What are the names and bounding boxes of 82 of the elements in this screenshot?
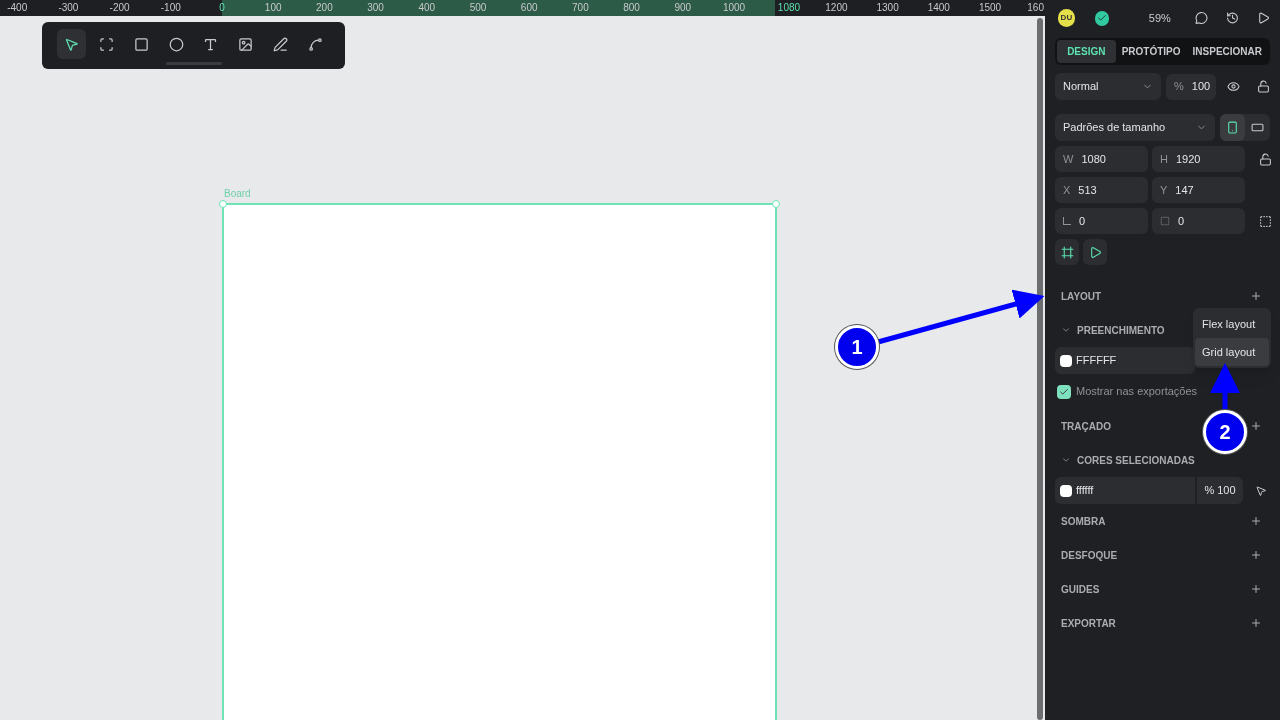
- opacity-field[interactable]: % 100: [1197, 477, 1243, 504]
- ruler-label: 800: [623, 1, 640, 15]
- height-field[interactable]: H 1920: [1152, 146, 1245, 172]
- chevron-icon[interactable]: [1061, 325, 1071, 335]
- ruler-label: 300: [367, 1, 384, 15]
- ruler-label: 1400: [927, 1, 950, 15]
- color-field[interactable]: ffffff: [1055, 477, 1195, 504]
- check-icon: [1094, 10, 1109, 26]
- tab[interactable]: INSPECIONAR: [1186, 40, 1268, 63]
- ruler-label: 1200: [825, 1, 848, 15]
- add-icon[interactable]: [1250, 290, 1262, 302]
- size-preset-select[interactable]: Padrões de tamanho: [1055, 114, 1215, 141]
- section-title: GUIDES: [1061, 582, 1100, 597]
- ruler-label: 1080: [777, 1, 801, 15]
- avatar[interactable]: DU: [1058, 9, 1075, 27]
- section-title: DESFOQUE: [1061, 548, 1118, 563]
- ruler-label: -300: [58, 1, 79, 15]
- ruler-label: 700: [572, 1, 589, 15]
- ruler-label: 200: [316, 1, 333, 15]
- play-icon[interactable]: [1083, 239, 1107, 265]
- width-field[interactable]: W 1080: [1055, 146, 1148, 172]
- landscape-icon: [1251, 121, 1264, 134]
- lock-icon[interactable]: [1257, 80, 1270, 93]
- section-title: LAYOUT: [1061, 289, 1102, 304]
- resize-handle[interactable]: [219, 200, 227, 208]
- phone-icon: [1226, 121, 1239, 134]
- add-icon[interactable]: [1250, 617, 1262, 629]
- scrollbar[interactable]: [1035, 16, 1045, 720]
- resize-handle[interactable]: [772, 200, 780, 208]
- rotation-field[interactable]: 0: [1055, 208, 1148, 234]
- color-swatch[interactable]: [1060, 354, 1072, 367]
- board-label: Board: [224, 187, 251, 201]
- lock-icon[interactable]: [1259, 152, 1272, 166]
- radius-field[interactable]: 0: [1152, 208, 1245, 234]
- ruler-label: 0: [219, 1, 225, 15]
- ruler-label: 600: [520, 1, 538, 15]
- history-icon[interactable]: [1225, 11, 1239, 25]
- menu-item[interactable]: Flex layout: [1195, 310, 1269, 338]
- ruler-label: 900: [674, 1, 692, 15]
- checkbox-label: Mostrar nas exportações: [1076, 384, 1198, 400]
- section-title: CORES SELECIONADAS: [1077, 453, 1195, 468]
- ruler-label: -100: [160, 1, 181, 15]
- section-title: TRAÇADO: [1061, 419, 1111, 434]
- ruler-label: 100: [264, 1, 282, 15]
- portrait-button[interactable]: [1220, 114, 1245, 141]
- fill-color-field[interactable]: FFFFFF: [1055, 347, 1195, 374]
- corners-icon[interactable]: [1259, 214, 1272, 228]
- ruler-label: 1300: [876, 1, 899, 15]
- ruler-label: 160: [1027, 1, 1044, 15]
- zoom-level[interactable]: 59%: [1148, 9, 1171, 27]
- section-title: SOMBRA: [1061, 514, 1106, 529]
- ruler-label: -400: [7, 1, 28, 15]
- x-field[interactable]: X 513: [1055, 177, 1148, 203]
- pointer-icon[interactable]: [57, 29, 86, 59]
- color-swatch[interactable]: [1060, 484, 1072, 497]
- section-title: PREENCHIMENTO: [1077, 323, 1165, 338]
- play-icon[interactable]: [1256, 11, 1270, 25]
- ruler-label: 500: [469, 1, 487, 15]
- ruler-label: -200: [109, 1, 130, 15]
- add-icon[interactable]: [1250, 583, 1262, 595]
- ruler-label: 1500: [978, 1, 1002, 15]
- section-title: EXPORTAR: [1061, 616, 1116, 631]
- arrow: [1210, 363, 1240, 410]
- blend-mode-select[interactable]: Normal: [1055, 73, 1161, 100]
- check-icon: [1059, 386, 1069, 397]
- add-icon[interactable]: [1250, 515, 1262, 527]
- ruler-label: 1000: [722, 1, 746, 15]
- menu-item[interactable]: Grid layout: [1195, 338, 1269, 366]
- comment-icon[interactable]: [1194, 11, 1208, 25]
- chevron-icon[interactable]: [1061, 455, 1071, 465]
- eyedropper-pointer-icon[interactable]: [1255, 484, 1267, 497]
- radius-icon: [1160, 216, 1170, 226]
- opacity-field[interactable]: % 100: [1166, 73, 1216, 100]
- eye-icon[interactable]: [1227, 80, 1240, 93]
- checkbox[interactable]: [1057, 384, 1071, 399]
- ruler-label: 400: [418, 1, 436, 15]
- tab[interactable]: PROTÓTIPO: [1115, 40, 1187, 63]
- add-icon[interactable]: [1250, 549, 1262, 561]
- angle-icon: [1063, 217, 1071, 225]
- add-icon[interactable]: [1250, 420, 1262, 432]
- tab[interactable]: DESIGN: [1057, 40, 1116, 63]
- y-field[interactable]: Y 147: [1152, 177, 1245, 203]
